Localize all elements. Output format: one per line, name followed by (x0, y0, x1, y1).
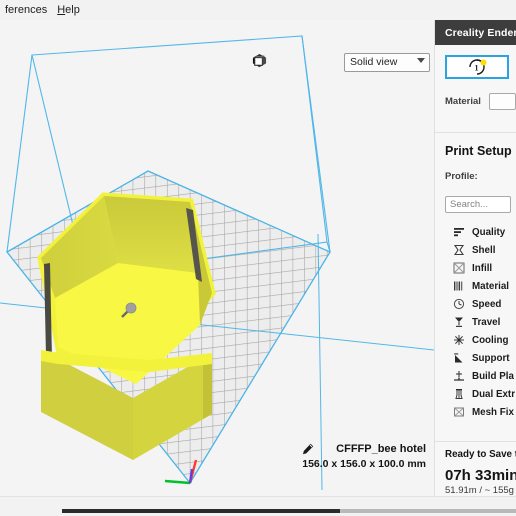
printer-name: Creality Ender 3 (445, 26, 516, 39)
model-name-row: CFFFP_bee hotel (302, 443, 426, 455)
menu-help-mnemonic: H (57, 4, 66, 16)
extruder-1-button[interactable]: 1 (445, 55, 509, 79)
setting-category-quality[interactable]: Quality (445, 223, 516, 241)
setting-category-build-plate-adhesion[interactable]: Build Pla (445, 367, 516, 385)
build-plate-icon (454, 371, 464, 381)
extruder-row: 1 (435, 55, 516, 79)
setting-category-label: Speed (472, 298, 502, 310)
model-name-label: CFFFP_bee hotel (336, 443, 426, 455)
material-label: Material (445, 95, 481, 107)
print-setup-title: Print Setup (445, 144, 512, 158)
setting-category-label: Travel (472, 316, 501, 328)
chevron-down-icon (417, 58, 425, 63)
model-bee-hotel (37, 192, 216, 460)
setting-category-label: Infill (472, 262, 493, 274)
ready-to-save-text: Ready to Save t (445, 449, 516, 460)
model-inner-wall-back (104, 196, 198, 273)
progress-bar (62, 509, 516, 513)
quality-icon (454, 228, 464, 237)
setting-category-label: Shell (472, 244, 496, 256)
setting-category-cooling[interactable]: Cooling (445, 331, 516, 349)
material-select[interactable] (489, 92, 516, 110)
3d-scene (0, 20, 434, 496)
material-estimate: 51.91m / ~ 155g (445, 485, 514, 496)
travel-icon (455, 317, 463, 327)
infill-icon (453, 262, 465, 274)
menu-bar: ferences Help (0, 0, 516, 20)
model-dimensions: 156.0 x 156.0 x 100.0 mm (302, 458, 426, 470)
cooling-icon (454, 335, 464, 345)
setting-category-infill[interactable]: Infill (445, 259, 516, 277)
material-row: Material (435, 92, 516, 110)
support-icon (454, 353, 463, 363)
extruder-icon: 1 (469, 59, 487, 75)
profile-label: Profile: (445, 171, 478, 182)
setting-category-support[interactable]: Support (445, 349, 516, 367)
shell-icon (453, 244, 465, 256)
save-summary-panel: Ready to Save t 07h 33min 51.91m / ~ 155… (435, 441, 516, 496)
menu-help-rest: elp (65, 4, 80, 16)
3d-viewport[interactable]: Solid view CFFFP_bee hotel 156.0 x 156.0… (0, 20, 434, 496)
svg-text:1: 1 (475, 64, 479, 73)
setting-category-label: Support (472, 352, 510, 364)
speed-icon (453, 298, 465, 310)
print-time-estimate: 07h 33min (445, 467, 516, 484)
pencil-icon[interactable] (302, 443, 314, 455)
setting-category-travel[interactable]: Travel (445, 313, 516, 331)
machine-block: 1 Material (435, 45, 516, 133)
setting-category-shell[interactable]: Shell (445, 241, 516, 259)
setting-category-label: Mesh Fix (472, 406, 514, 418)
view-right-icon[interactable] (252, 53, 267, 68)
mesh-fixes-icon (454, 407, 464, 417)
setting-category-material[interactable]: Material (445, 277, 516, 295)
setting-category-label: Dual Extr (472, 388, 516, 400)
progress-bar-remaining (340, 509, 516, 513)
material-icon (454, 281, 463, 291)
setting-category-label: Cooling (472, 334, 509, 346)
print-setup-block: Print Setup Profile: Search... Quality S… (435, 133, 516, 421)
right-sidebar: Creality Ender 3 1 Material (434, 20, 516, 516)
status-bar (0, 496, 516, 516)
setting-category-list: Quality Shell Infill Material Speed Trav… (445, 223, 516, 421)
printer-header[interactable]: Creality Ender 3 (435, 20, 516, 45)
model-info: CFFFP_bee hotel 156.0 x 156.0 x 100.0 mm (302, 443, 426, 470)
setting-category-dual-extrusion[interactable]: Dual Extr (445, 385, 516, 403)
menu-item-preferences[interactable]: ferences (0, 0, 52, 20)
setting-category-mesh-fixes[interactable]: Mesh Fix (445, 403, 516, 421)
settings-search-input[interactable]: Search... (445, 196, 511, 213)
dual-extrusion-icon (455, 389, 463, 399)
view-mode-value: Solid view (350, 56, 398, 68)
setting-category-label: Quality (472, 226, 506, 238)
setting-category-speed[interactable]: Speed (445, 295, 516, 313)
menu-item-help[interactable]: Help (52, 0, 85, 20)
setting-category-label: Build Pla (472, 370, 514, 382)
cura-window: ferences Help Monitor (0, 0, 516, 516)
view-mode-dropdown[interactable]: Solid view (344, 53, 430, 72)
setting-category-label: Material (472, 280, 510, 292)
